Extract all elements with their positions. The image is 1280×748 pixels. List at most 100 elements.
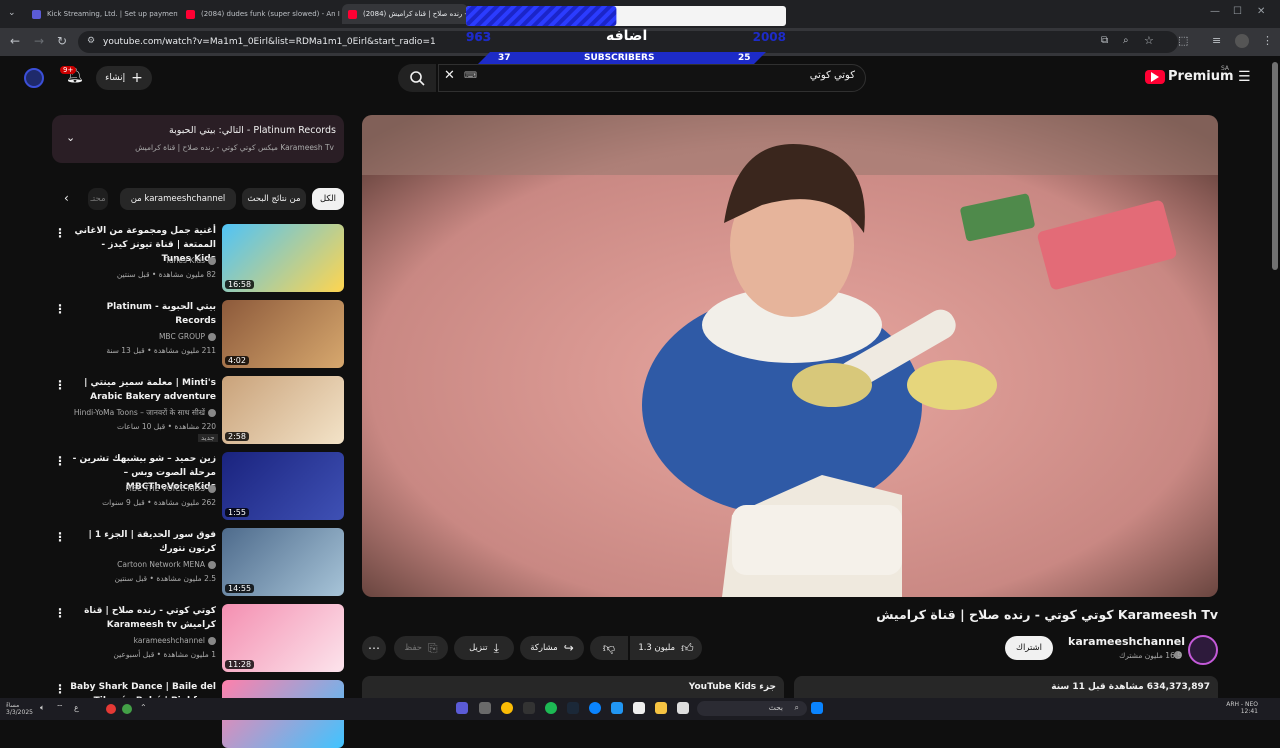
tray-expand-icon[interactable]: ⌃ bbox=[140, 703, 147, 712]
play-triangle-icon bbox=[1151, 72, 1159, 82]
back-icon[interactable]: ← bbox=[10, 34, 20, 48]
close-window-icon[interactable]: ✕ bbox=[1257, 6, 1265, 17]
taskbar-edge-icon[interactable] bbox=[589, 702, 601, 714]
rec-video-title[interactable]: كوتي كوتي - رنده صلاح | قناة كراميش Kara… bbox=[70, 604, 216, 632]
rec-channel-name[interactable]: karameeshchannel bbox=[70, 636, 216, 645]
bookmark-star-icon[interactable]: ☆ bbox=[1144, 34, 1154, 47]
rec-video-title[interactable]: فوق سور الحديقة | الجزء 1 | كرتون نتورك bbox=[70, 528, 216, 556]
chip-from-channel[interactable]: من karameeshchannel bbox=[120, 188, 236, 210]
extensions-icon[interactable]: ⬚ bbox=[1178, 34, 1188, 47]
taskbar-store-icon[interactable] bbox=[611, 702, 623, 714]
taskbar-obs-icon[interactable] bbox=[479, 702, 491, 714]
video-thumbnail[interactable]: 2:58 bbox=[222, 376, 344, 444]
tray-app-green-icon[interactable] bbox=[122, 704, 132, 714]
plus-icon: + bbox=[131, 70, 143, 86]
taskbar-notepad-icon[interactable] bbox=[677, 702, 689, 714]
search-button[interactable] bbox=[398, 64, 436, 92]
like-button[interactable]: 1.3 مليون 👍︎ bbox=[630, 636, 702, 660]
site-info-icon[interactable]: ⚙ bbox=[87, 36, 95, 46]
taskbar-search[interactable]: ⌕ بحث bbox=[697, 701, 807, 716]
taskbar-spotify-icon[interactable] bbox=[545, 702, 557, 714]
taskbar-capcut-icon[interactable] bbox=[523, 702, 535, 714]
rec-channel-name[interactable]: MBC GROUP bbox=[70, 332, 216, 341]
more-options-icon[interactable]: ⋮ bbox=[54, 606, 66, 620]
browser-tab-kick[interactable]: Kick Streaming, Ltd. | Set up payments w… bbox=[26, 4, 178, 24]
more-actions-button[interactable]: ⋯ bbox=[362, 636, 386, 660]
minimize-icon[interactable]: — bbox=[1210, 6, 1220, 17]
video-thumbnail[interactable]: 4:02 bbox=[222, 300, 344, 368]
reload-icon[interactable]: ↻ bbox=[57, 34, 67, 48]
tab-search-icon[interactable]: ⌄ bbox=[8, 8, 16, 18]
channel-avatar[interactable] bbox=[1188, 635, 1218, 665]
zoom-icon[interactable]: ⌕ bbox=[1123, 35, 1129, 46]
queue-title: التالي: بيتي الحبوبة - Platinum Records bbox=[169, 125, 336, 136]
share-button[interactable]: مشاركة ↪ bbox=[520, 636, 584, 660]
subscriber-goal-overlay: 963 اضافه 2008 37 SUBSCRIBERS 25 bbox=[466, 6, 786, 66]
duration-badge: 1:55 bbox=[225, 508, 249, 517]
region-code: SA bbox=[1221, 65, 1230, 72]
taskbar-chrome-icon[interactable] bbox=[501, 702, 513, 714]
save-label: حفظ bbox=[404, 643, 422, 653]
download-icon: ⤓ bbox=[493, 640, 499, 655]
forward-icon[interactable]: → bbox=[34, 34, 44, 48]
rec-video-title[interactable]: بيتي الحبوبة - Platinum Records bbox=[70, 300, 216, 328]
more-options-icon[interactable]: ⋮ bbox=[54, 302, 66, 316]
more-options-icon[interactable]: ⋮ bbox=[54, 682, 66, 696]
up-next-queue[interactable]: ⌄ التالي: بيتي الحبوبة - Platinum Record… bbox=[52, 115, 344, 163]
more-options-icon[interactable]: ⋮ bbox=[54, 378, 66, 392]
more-options-icon[interactable]: ⋮ bbox=[54, 454, 66, 468]
reading-list-icon[interactable]: ≡ bbox=[1212, 34, 1221, 47]
volume-icon[interactable]: 🔈︎ bbox=[40, 703, 45, 713]
video-thumbnail[interactable]: 1:55 bbox=[222, 452, 344, 520]
page-scrollbar[interactable] bbox=[1272, 62, 1278, 270]
windows-start-icon[interactable] bbox=[811, 702, 823, 714]
rec-channel-name[interactable]: Cartoon Network MENA bbox=[70, 560, 216, 569]
clear-search-icon[interactable]: ✕ bbox=[444, 68, 455, 83]
more-options-icon[interactable]: ⋮ bbox=[54, 226, 66, 240]
video-thumbnail[interactable]: 14:55 bbox=[222, 528, 344, 596]
install-app-icon[interactable]: ⧉ bbox=[1101, 35, 1108, 46]
browser-tab-active[interactable]: (2084) كوتي كوتي - رنده صلاح | قناة كرام… bbox=[342, 4, 468, 24]
maximize-icon[interactable]: ☐ bbox=[1233, 6, 1242, 17]
taskbar-steam-icon[interactable] bbox=[567, 702, 579, 714]
rec-channel-name[interactable]: Tunes Kids bbox=[70, 256, 216, 265]
wifi-icon[interactable]: ⌔ bbox=[56, 703, 64, 713]
profile-avatar[interactable] bbox=[1235, 34, 1249, 48]
rec-channel-name[interactable]: Hindi-YoMa Toons – जानवरों के साथ सीखें bbox=[70, 408, 216, 418]
channel-name-text: karameeshchannel bbox=[1068, 635, 1186, 648]
rec-video-title[interactable]: Minti's | معلمة سميز مينتي | Arabic Bake… bbox=[70, 376, 216, 404]
taskbar-search-label: بحث bbox=[768, 703, 783, 712]
kids-panel[interactable]: جزء YouTube Kids bbox=[362, 676, 784, 700]
taskbar-calendar-icon[interactable] bbox=[633, 702, 645, 714]
chip-more[interactable]: محتـ bbox=[88, 188, 108, 210]
rec-view-meta: 262 مليون مشاهدة • قبل 9 سنوات bbox=[102, 498, 216, 507]
browser-menu-icon[interactable]: ⋮ bbox=[1262, 34, 1273, 47]
chip-all[interactable]: الكل bbox=[312, 188, 344, 210]
create-button[interactable]: إنشاء + bbox=[96, 66, 152, 90]
chip-from-search[interactable]: من نتائج البحث bbox=[242, 188, 306, 210]
language-icon[interactable]: ع bbox=[74, 703, 79, 712]
keyboard-icon[interactable]: ⌨ bbox=[464, 71, 477, 81]
taskbar-left-clock: مساءً 3/3/2025 bbox=[6, 702, 33, 716]
account-avatar[interactable] bbox=[24, 68, 44, 88]
chevron-left-icon[interactable]: ‹ bbox=[64, 191, 69, 205]
save-button[interactable]: حفظ ⎘ bbox=[394, 636, 448, 660]
video-player[interactable] bbox=[362, 115, 1218, 597]
more-options-icon[interactable]: ⋮ bbox=[54, 530, 66, 544]
chevron-down-icon[interactable]: ⌄ bbox=[66, 131, 75, 144]
taskbar-app-icon[interactable] bbox=[456, 702, 468, 714]
rec-view-meta: 2.5 مليون مشاهدة • قبل سنتين bbox=[114, 574, 216, 583]
guide-menu-icon[interactable]: ☰ bbox=[1238, 69, 1251, 85]
browser-tab-dudes-funk[interactable]: (2084) dudes funk (super slowed) - An In… bbox=[180, 4, 340, 24]
rec-channel-name[interactable]: MBC THE VOICE KIDS bbox=[70, 484, 216, 493]
video-thumbnail[interactable]: 16:58 bbox=[222, 224, 344, 292]
video-thumbnail[interactable]: 11:28 bbox=[222, 604, 344, 672]
subscribe-button[interactable]: اشتراك bbox=[1005, 636, 1053, 660]
url-text[interactable]: youtube.com/watch?v=Ma1m1_0Eirl&list=RDM… bbox=[103, 37, 436, 47]
tray-app-red-icon[interactable] bbox=[106, 704, 116, 714]
download-button[interactable]: تنزيل ⤓ bbox=[454, 636, 514, 660]
dislike-button[interactable]: 👎︎ bbox=[590, 636, 628, 660]
taskbar-files-icon[interactable] bbox=[655, 702, 667, 714]
description-panel[interactable]: 634,373,897 مشاهدة قبل 11 سنة bbox=[794, 676, 1218, 700]
verified-icon bbox=[208, 257, 216, 265]
